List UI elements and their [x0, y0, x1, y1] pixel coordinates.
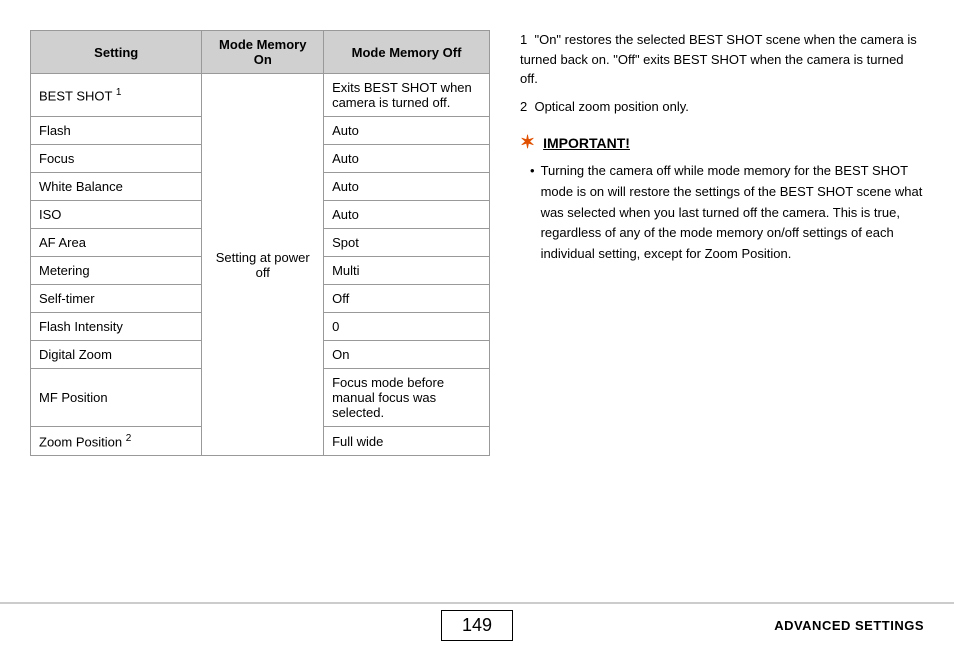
cell-setting-afarea: AF Area — [31, 229, 202, 257]
cell-setting-zoomposition: Zoom Position 2 — [31, 427, 202, 456]
cell-mode-off-metering: Multi — [324, 257, 490, 285]
cell-mode-off-focus: Auto — [324, 145, 490, 173]
cell-mode-on-shared: Setting at power off — [202, 74, 324, 456]
left-column: Setting Mode Memory On Mode Memory Off B… — [30, 30, 490, 582]
header-mode-on: Mode Memory On — [202, 31, 324, 74]
cell-setting-metering: Metering — [31, 257, 202, 285]
cell-setting-selftimer: Self-timer — [31, 285, 202, 313]
table-row: BEST SHOT 1 Setting at power off Exits B… — [31, 74, 490, 117]
cell-setting-flashintensity: Flash Intensity — [31, 313, 202, 341]
cell-mode-off-iso: Auto — [324, 201, 490, 229]
bullet-dot: • — [530, 161, 535, 265]
cell-setting-mfposition: MF Position — [31, 369, 202, 427]
footer-section-title: ADVANCED SETTINGS — [513, 618, 924, 633]
header-setting: Setting — [31, 31, 202, 74]
header-mode-off: Mode Memory Off — [324, 31, 490, 74]
main-content: Setting Mode Memory On Mode Memory Off B… — [0, 0, 954, 602]
cell-mode-off-flashintensity: 0 — [324, 313, 490, 341]
page-number: 149 — [441, 610, 513, 641]
important-header: ✶ IMPORTANT! — [520, 132, 924, 153]
cell-setting-flash: Flash — [31, 117, 202, 145]
footnote-1: 1 "On" restores the selected BEST SHOT s… — [520, 30, 924, 89]
important-text: Turning the camera off while mode memory… — [541, 161, 924, 265]
important-box: ✶ IMPORTANT! • Turning the camera off wh… — [520, 132, 924, 265]
cell-mode-off-mfposition: Focus mode before manual focus was selec… — [324, 369, 490, 427]
page-container: Setting Mode Memory On Mode Memory Off B… — [0, 0, 954, 646]
footer: 149 ADVANCED SETTINGS — [0, 602, 954, 646]
cell-setting-digitalzoom: Digital Zoom — [31, 341, 202, 369]
cell-setting-wb: White Balance — [31, 173, 202, 201]
cell-mode-off-bestshot: Exits BEST SHOT when camera is turned of… — [324, 74, 490, 117]
footnote-2: 2 Optical zoom position only. — [520, 97, 924, 117]
cell-mode-off-digitalzoom: On — [324, 341, 490, 369]
settings-table: Setting Mode Memory On Mode Memory Off B… — [30, 30, 490, 456]
important-body: • Turning the camera off while mode memo… — [520, 161, 924, 265]
cell-mode-off-afarea: Spot — [324, 229, 490, 257]
cell-setting-iso: ISO — [31, 201, 202, 229]
important-bullet: • Turning the camera off while mode memo… — [530, 161, 924, 265]
cell-setting-focus: Focus — [31, 145, 202, 173]
right-column: 1 "On" restores the selected BEST SHOT s… — [520, 30, 924, 582]
cell-mode-off-wb: Auto — [324, 173, 490, 201]
important-label: IMPORTANT! — [543, 135, 630, 151]
cell-setting-bestshot: BEST SHOT 1 — [31, 74, 202, 117]
star-icon: ✶ — [520, 132, 535, 153]
cell-mode-off-zoomposition: Full wide — [324, 427, 490, 456]
cell-mode-off-flash: Auto — [324, 117, 490, 145]
cell-mode-off-selftimer: Off — [324, 285, 490, 313]
